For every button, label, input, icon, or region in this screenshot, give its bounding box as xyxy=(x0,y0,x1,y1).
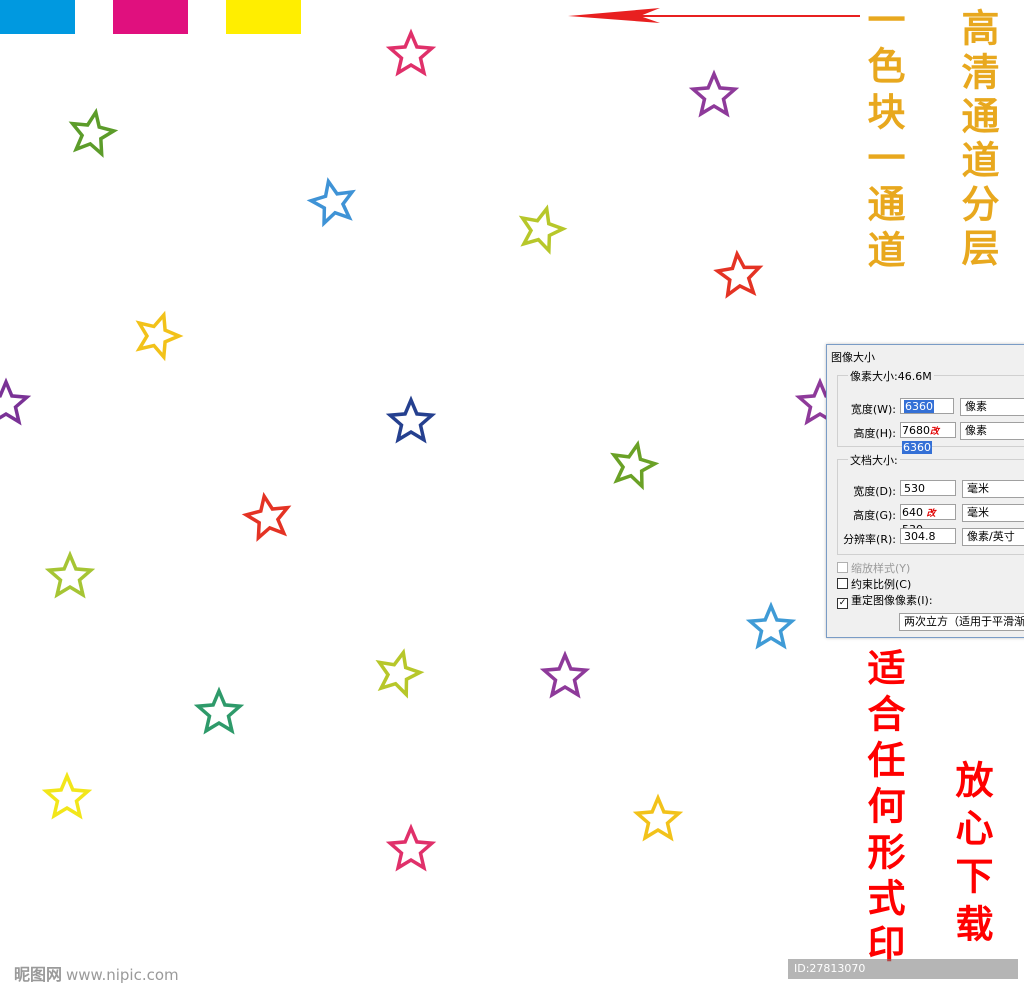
constrain-proportions-checkbox[interactable]: 约束比例(C) xyxy=(837,576,911,592)
pixel-height-input[interactable]: 7680改6360 xyxy=(900,422,956,454)
resolution-unit-select[interactable]: 像素/英寸 xyxy=(962,528,1024,546)
star-icon xyxy=(385,823,437,872)
star-icon xyxy=(241,491,292,542)
resolution-label: 分辨率(R): xyxy=(843,533,896,546)
star-icon xyxy=(539,650,591,699)
dialog-title: 图像大小 xyxy=(831,351,875,364)
safe-download-text: 放心下载 xyxy=(949,760,994,952)
one-block-one-channel-text: 一色块一通道 xyxy=(861,0,906,276)
pixel-height-label: 高度(H): xyxy=(853,427,896,440)
resolution-input[interactable]: 304.8 xyxy=(900,528,956,544)
pixel-dimensions-group: 像素大小:46.6M 宽度(W): 6360 像素⌵ 高度(H): 7680改6… xyxy=(837,368,1024,454)
star-icon xyxy=(0,377,32,426)
image-size-dialog: 图像大小 像素大小:46.6M 宽度(W): 6360 像素⌵ 高度(H): 7… xyxy=(826,344,1024,638)
star-icon xyxy=(68,107,119,158)
star-icon xyxy=(135,310,184,362)
star-icon xyxy=(632,793,684,842)
star-icon xyxy=(713,249,764,299)
image-id-bar: ID:27813070 NO:20210111142719446082 xyxy=(788,959,1018,995)
star-icon xyxy=(745,601,797,650)
star-icon xyxy=(518,204,568,255)
star-icon xyxy=(193,686,245,735)
resample-method-select[interactable]: 两次立方（适用于平滑渐变 xyxy=(899,613,1024,631)
scale-styles-checkbox[interactable]: 缩放样式(Y) xyxy=(837,560,910,576)
star-icon xyxy=(41,771,93,820)
pixel-group-title: 像素大小:46.6M xyxy=(848,368,934,384)
pixel-height-unit-select[interactable]: 像素⌵ xyxy=(960,422,1024,440)
doc-width-label: 宽度(D): xyxy=(853,485,896,498)
hd-channel-layers-text: 高清通道分层 xyxy=(955,8,1000,272)
resample-image-checkbox[interactable]: ✓ 重定图像像素(I): xyxy=(837,592,933,609)
pixel-width-label: 宽度(W): xyxy=(850,403,896,416)
doc-height-input[interactable]: 640 改 530 xyxy=(900,504,956,536)
star-icon xyxy=(44,550,96,599)
star-icon xyxy=(385,395,437,444)
doc-group-title: 文档大小: xyxy=(848,452,900,468)
star-icon xyxy=(385,28,437,77)
doc-width-unit-select[interactable]: 毫米 xyxy=(962,480,1024,498)
doc-width-input[interactable]: 530 xyxy=(900,480,956,496)
doc-height-label: 高度(G): xyxy=(853,509,896,522)
star-icon xyxy=(306,177,356,228)
nipic-watermark: 昵图网 www.nipic.com xyxy=(14,965,179,984)
document-size-group: 文档大小: 宽度(D): 530 毫米 高度(G): 640 改 530 毫米 … xyxy=(837,452,1024,555)
star-icon xyxy=(375,648,425,699)
pixel-width-unit-select[interactable]: 像素⌵ xyxy=(960,398,1024,416)
star-icon xyxy=(610,440,660,491)
any-print-text: 适合任何形式印 xyxy=(861,648,906,970)
doc-height-unit-select[interactable]: 毫米 xyxy=(962,504,1024,522)
pixel-width-input[interactable]: 6360 xyxy=(900,398,954,414)
star-icon xyxy=(688,69,740,118)
